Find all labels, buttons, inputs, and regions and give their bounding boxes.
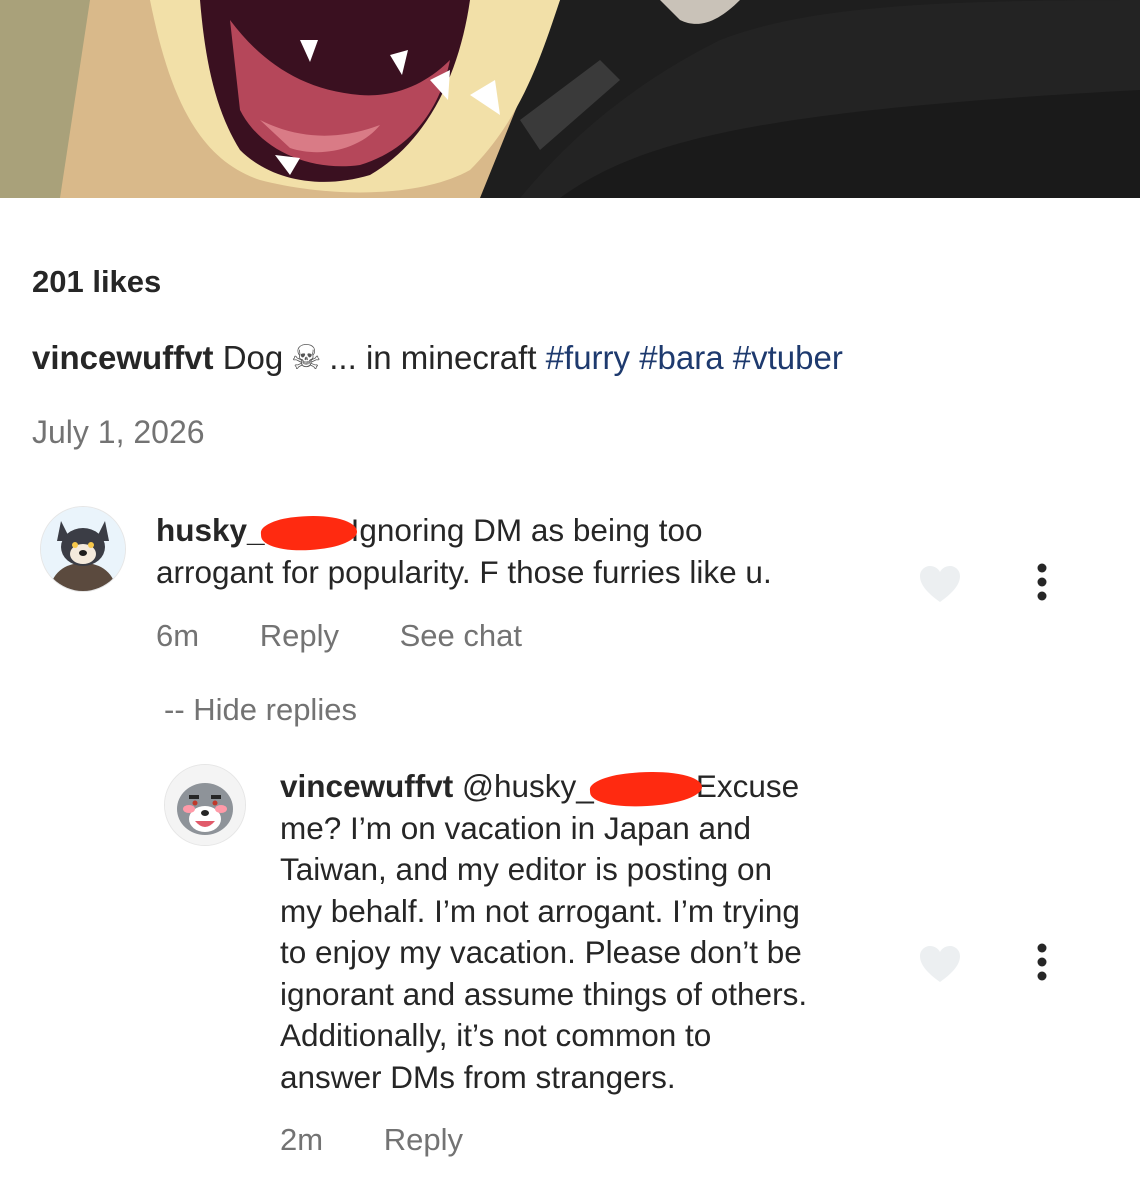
reply-mention[interactable]: @husky_ (462, 768, 594, 804)
comment-body: husky_ Ignoring DM as being too arrogant … (156, 510, 896, 593)
reply-text-line: my behalf. I’m not arrogant. I’m trying (280, 892, 800, 929)
hashtag-vtuber[interactable]: #vtuber (733, 339, 843, 376)
likes-count[interactable]: 201 likes (32, 264, 161, 300)
hide-replies-button[interactable]: -- Hide replies (164, 692, 357, 728)
post-caption: vincewuffvt Dog ☠... in minecraft #furry … (32, 336, 1100, 380)
comment-meta: 6m Reply See chat (156, 618, 574, 654)
comment-time: 6m (156, 618, 200, 653)
more-options-icon[interactable] (1032, 562, 1052, 602)
reply-meta: 2m Reply (280, 1122, 515, 1158)
comment-username[interactable]: husky_ (156, 512, 265, 548)
like-heart-icon[interactable] (918, 944, 962, 984)
avatar[interactable] (164, 764, 246, 846)
reply-text-line: ignorant and assume things of others. (280, 975, 808, 1012)
comment-text-rest: arrogant for popularity. F those furries… (156, 553, 772, 590)
reply-button[interactable]: Reply (384, 1122, 463, 1157)
hashtag-furry[interactable]: #furry (546, 339, 630, 376)
skull-crossbones-icon: ☠ (291, 339, 322, 377)
reply-text-line: Taiwan, and my editor is posting on (280, 851, 773, 887)
reply-button[interactable]: Reply (260, 618, 339, 653)
hashtag-bara[interactable]: #bara (639, 339, 723, 376)
redaction-mark (588, 767, 703, 810)
reply-time: 2m (280, 1122, 324, 1157)
post-date: July 1, 2026 (32, 414, 205, 450)
see-chat-button[interactable]: See chat (400, 618, 522, 653)
reply-text-line: answer DMs from strangers. (280, 1058, 676, 1095)
caption-text: Dog (222, 339, 284, 376)
reply-text-line: me? I’m on vacation in Japan and (280, 809, 752, 846)
post-image[interactable] (0, 0, 1140, 198)
reply-text-first: Excuse (695, 768, 800, 804)
caption-username[interactable]: vincewuffvt (32, 339, 214, 376)
reply-body: vincewuffvt @husky_ Excuse me? I’m on vac… (280, 766, 910, 1098)
more-options-icon[interactable] (1032, 942, 1052, 982)
avatar[interactable] (40, 506, 126, 592)
reply-text-line: Additionally, it’s not common to (280, 1017, 712, 1053)
reply-text-line: to enjoy my vacation. Please don’t be (280, 934, 802, 970)
reply-username[interactable]: vincewuffvt (280, 768, 453, 804)
comment-text-line1: Ignoring DM as being too (350, 512, 703, 548)
redaction-mark (259, 512, 358, 553)
caption-text-after: ... in minecraft (329, 339, 537, 376)
like-heart-icon[interactable] (918, 564, 962, 604)
